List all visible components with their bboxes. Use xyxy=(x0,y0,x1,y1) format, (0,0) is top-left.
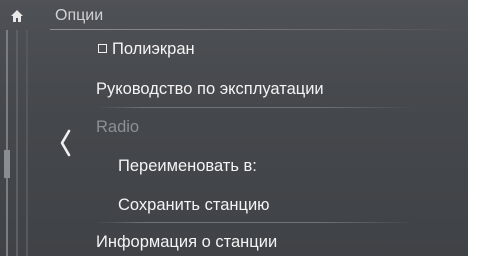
chevron-left-icon[interactable] xyxy=(58,128,72,158)
menu-item-split-screen[interactable]: Полиэкран xyxy=(98,40,195,59)
menu-item-label: Полиэкран xyxy=(112,40,195,58)
rail-line xyxy=(6,30,8,261)
rail-line xyxy=(16,30,18,261)
menu-item-label: Переименовать в: xyxy=(118,157,257,175)
header-divider xyxy=(50,29,470,30)
menu-item-label: Руководство по эксплуатации xyxy=(96,80,324,98)
frame-edge xyxy=(0,256,484,261)
item-divider xyxy=(96,222,416,223)
rail-line xyxy=(26,30,28,261)
scroll-position-indicator xyxy=(4,150,10,178)
menu-item-label: Информация о станции xyxy=(96,233,278,251)
menu-title: Опции xyxy=(55,7,104,24)
menu-item-save-station[interactable]: Сохранить станцию xyxy=(118,196,270,215)
menu-item-rename[interactable]: Переименовать в: xyxy=(118,157,257,176)
options-menu-screen: Опции Полиэкран Руководство по эксплуата… xyxy=(0,0,484,261)
home-icon[interactable] xyxy=(10,9,24,23)
menu-item-owners-manual[interactable]: Руководство по эксплуатации xyxy=(96,80,324,99)
frame-edge xyxy=(468,0,484,261)
section-label-radio: Radio xyxy=(96,118,139,137)
checkbox[interactable] xyxy=(98,44,107,53)
menu-item-label: Сохранить станцию xyxy=(118,196,270,214)
menu-item-label: Radio xyxy=(96,118,140,136)
menu-item-station-info[interactable]: Информация о станции xyxy=(96,233,277,252)
left-rail xyxy=(0,0,44,261)
item-divider xyxy=(96,107,416,108)
